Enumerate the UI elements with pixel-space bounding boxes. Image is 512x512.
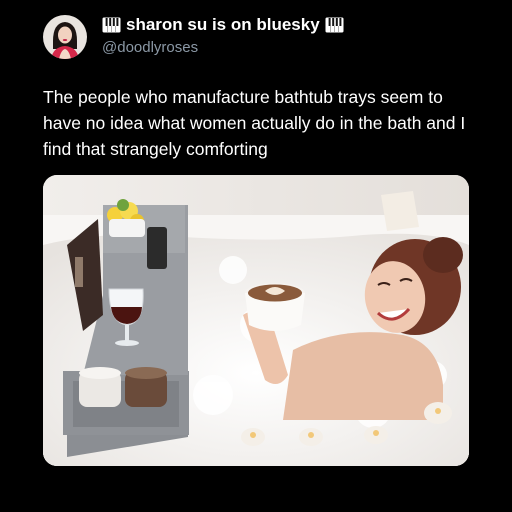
post-image[interactable] [43, 175, 469, 466]
post: sharon su is on bluesky @doodlyroses The… [0, 0, 512, 512]
piano-keys-icon [325, 17, 344, 33]
bathtub-photo [43, 175, 469, 466]
author-handle[interactable]: @doodlyroses [102, 39, 422, 56]
author-name-row: sharon su is on bluesky [102, 14, 422, 36]
author-info: sharon su is on bluesky @doodlyroses [102, 14, 422, 56]
avatar-image [43, 15, 87, 59]
author-avatar[interactable] [43, 15, 87, 59]
piano-keys-icon [102, 17, 121, 33]
author-display-name[interactable]: sharon su is on bluesky [126, 15, 320, 35]
coffee-latte-icon [245, 283, 305, 331]
post-text: The people who manufacture bathtub trays… [43, 87, 466, 159]
